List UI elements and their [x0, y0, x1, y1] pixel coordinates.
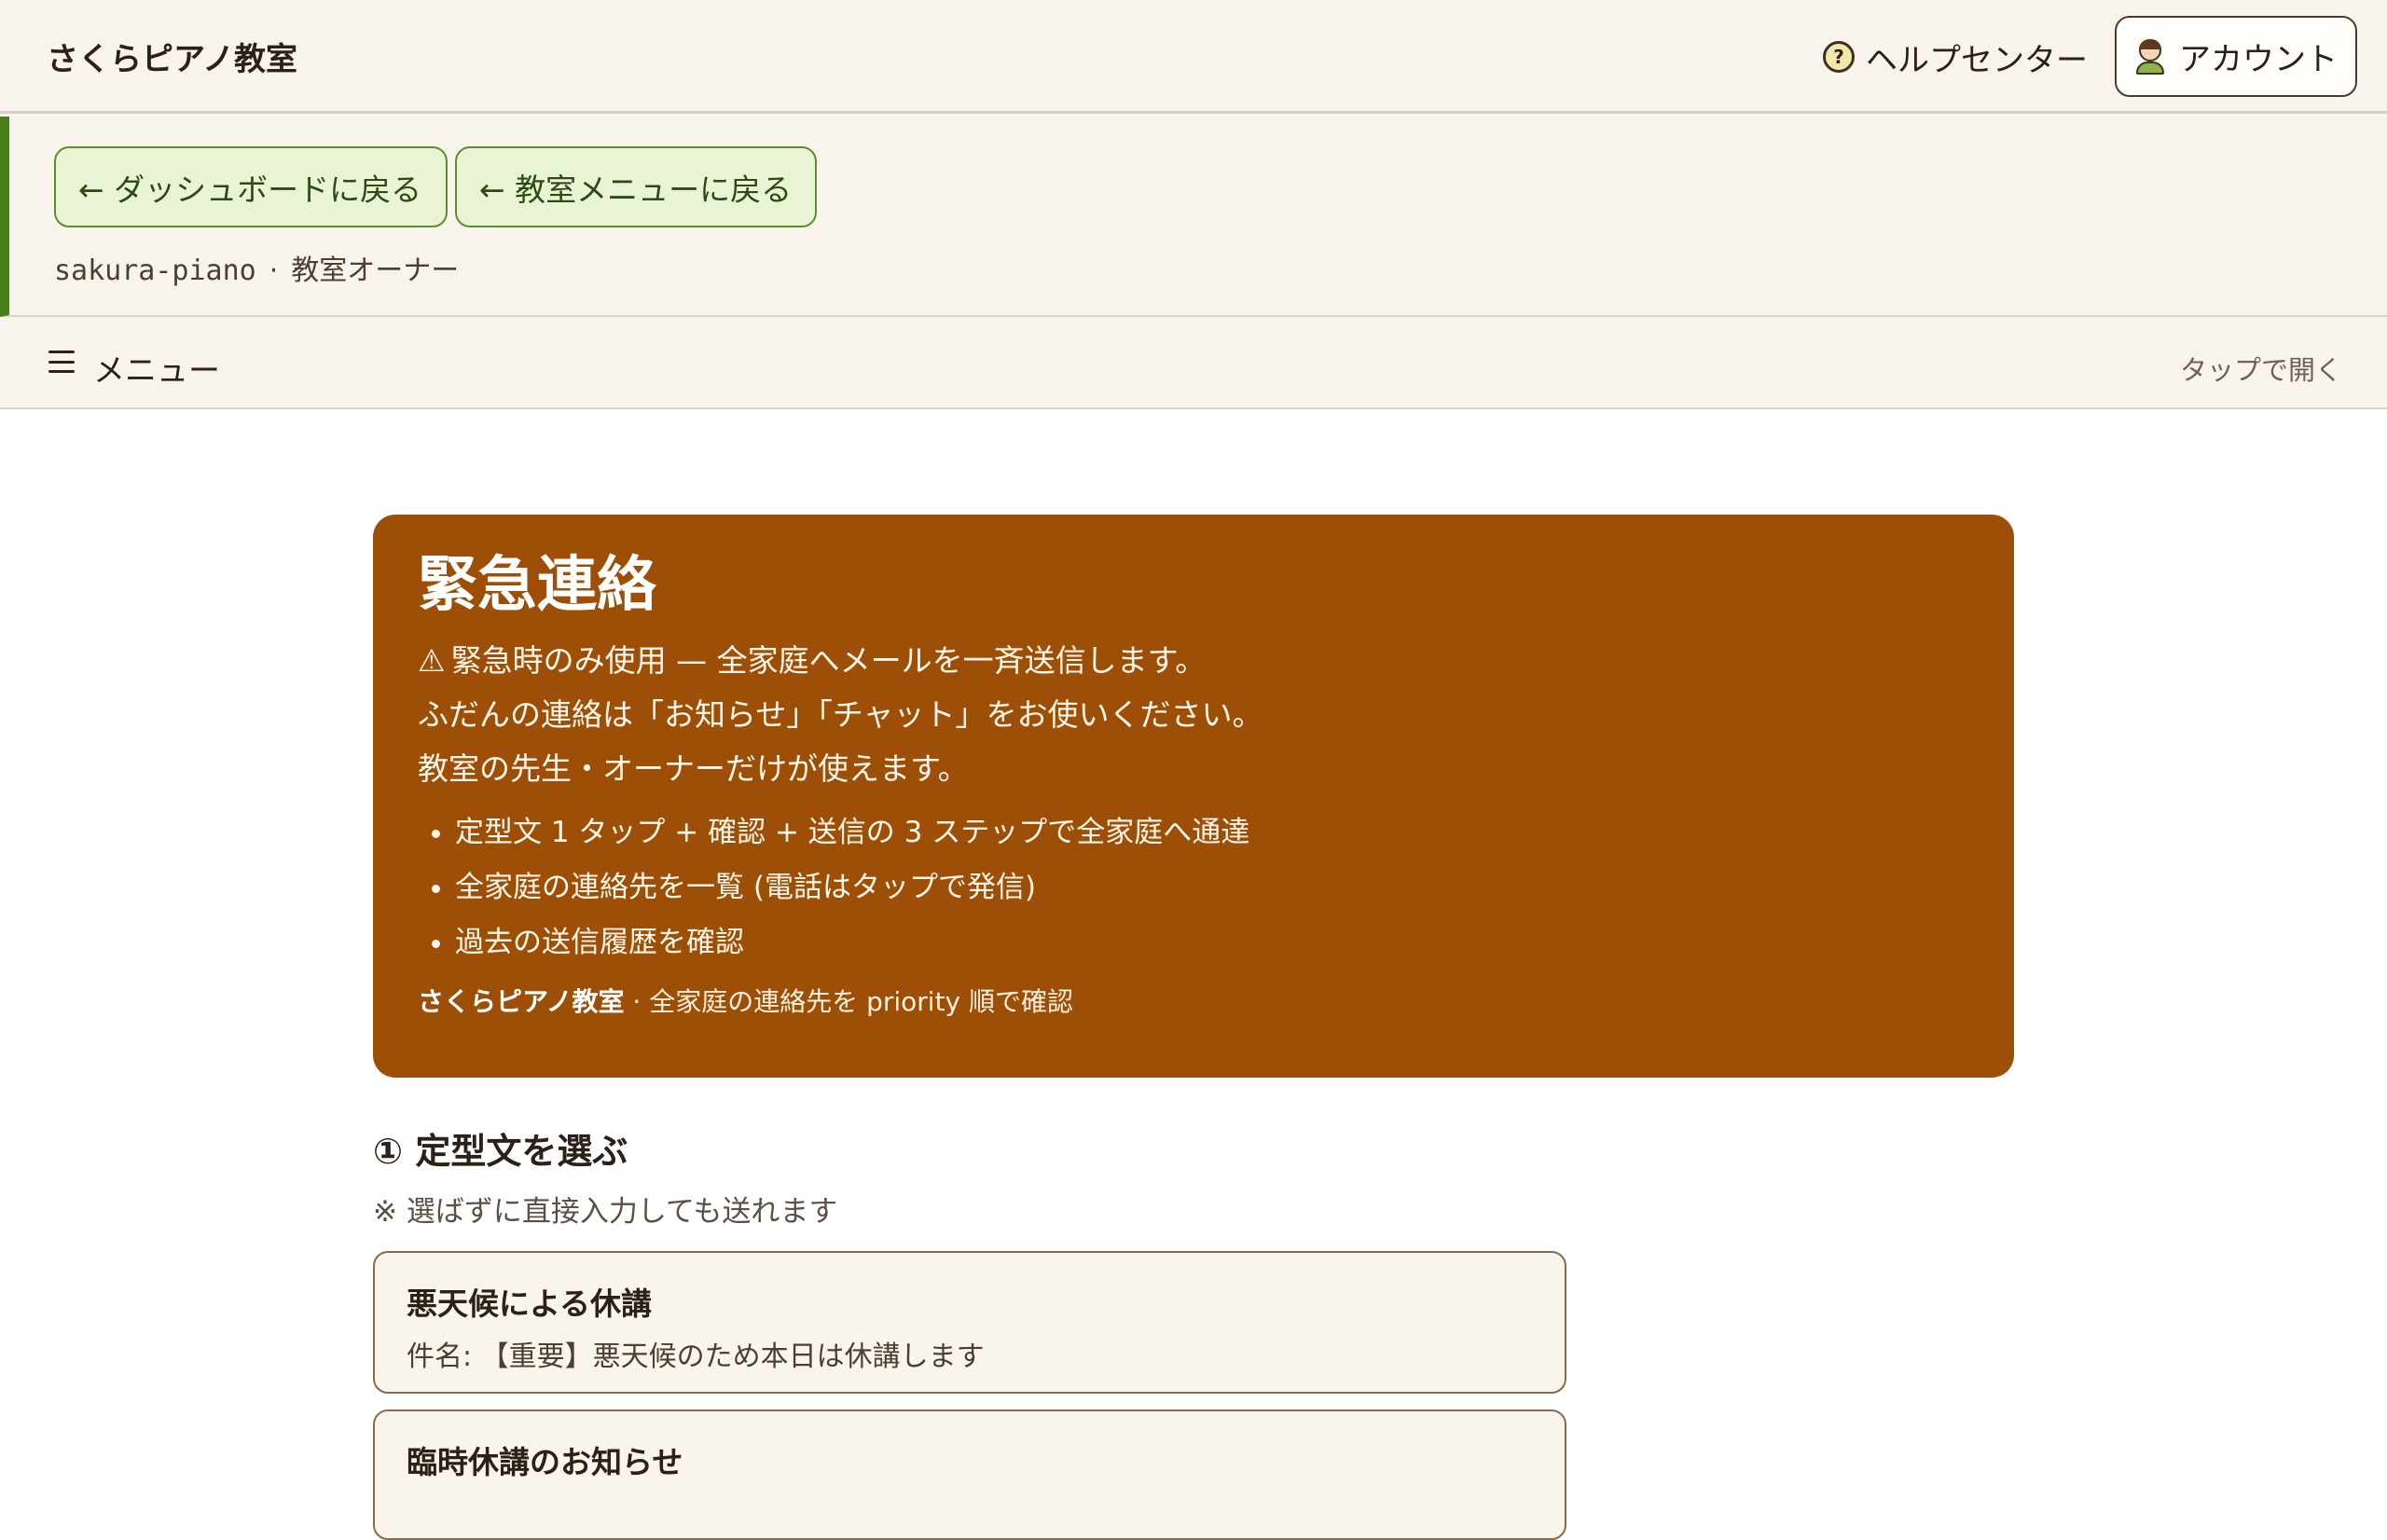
- warning-line: ⚠ 緊急時のみ使用 — 全家庭へメールを一斉送信します。: [418, 634, 1969, 688]
- feature-item: 定型文 1 タップ + 確認 + 送信の 3 ステップで全家庭へ通達: [455, 805, 1969, 860]
- back-to-classroom-menu-button[interactable]: ← 教室メニューに戻る: [455, 146, 817, 227]
- avatar-icon: [2134, 38, 2166, 75]
- page-title: 緊急連絡: [418, 551, 656, 620]
- permission-note: 教室の先生・オーナーだけが使えます。: [418, 749, 969, 787]
- card-footer: さくらピアノ教室 · 全家庭の連絡先を priority 順で確認: [418, 982, 1969, 1019]
- feature-item: 全家庭の連絡先を一覧 (電話はタップで発信): [455, 860, 1969, 915]
- context-bar: ← ダッシュボードに戻る ← 教室メニューに戻る sakura-piano · 教室…: [0, 117, 2387, 317]
- template-card[interactable]: 悪天候による休講 件名: 【重要】悪天候のため本日は休講します: [373, 1251, 1566, 1394]
- warning-text: 緊急時のみ使用 — 全家庭へメールを一斉送信します。: [450, 641, 1207, 679]
- top-header: さくらピアノ教室 ? ヘルプセンター アカウント: [0, 0, 2387, 114]
- footer-brand: さくらピアノ教室: [418, 985, 625, 1017]
- hamburger-icon: [48, 348, 75, 376]
- template-title: 悪天候による休講: [407, 1286, 653, 1322]
- user-role: 教室オーナー: [291, 254, 460, 287]
- feature-item: 過去の送信履歴を確認: [455, 915, 1969, 970]
- menu-toggle-bar[interactable]: メニュー タップで開く: [0, 317, 2387, 409]
- emergency-contact-card: 緊急連絡 ⚠ 緊急時のみ使用 — 全家庭へメールを一斉送信します。 ふだんの連絡は…: [373, 515, 2014, 1078]
- account-label: アカウント: [2179, 41, 2338, 78]
- menu-label: メニュー: [93, 352, 220, 390]
- back-to-dashboard-button[interactable]: ← ダッシュボードに戻る: [54, 146, 448, 227]
- template-subject: 件名: 【重要】悪天候のため本日は休講します: [407, 1341, 985, 1373]
- feature-list: 定型文 1 タップ + 確認 + 送信の 3 ステップで全家庭へ通達 全家庭の連…: [418, 805, 1969, 970]
- warning-icon: ⚠: [418, 641, 446, 679]
- help-question-icon: ?: [1823, 41, 1855, 73]
- section-note: ※ 選ばずに直接入力しても送れます: [373, 1195, 838, 1229]
- context-info: sakura-piano · 教室オーナー: [54, 247, 459, 288]
- help-center-label: ヘルプセンター: [1866, 41, 2088, 79]
- menu-tap-hint: タップで開く: [2179, 354, 2342, 386]
- account-button[interactable]: アカウント: [2115, 16, 2357, 97]
- brand-name[interactable]: さくらピアノ教室: [47, 34, 297, 79]
- help-center-link[interactable]: ? ヘルプセンター: [1823, 34, 2088, 80]
- footer-text: · 全家庭の連絡先を priority 順で確認: [632, 985, 1074, 1017]
- classroom-slug: sakura-piano: [54, 254, 256, 287]
- template-card[interactable]: 臨時休講のお知らせ: [373, 1409, 1566, 1540]
- separator-dot: ·: [269, 254, 279, 287]
- usage-note: ふだんの連絡は「お知らせ」「チャット」をお使いください。: [418, 695, 1263, 733]
- section-title-choose-template: ① 定型文を選ぶ: [373, 1131, 628, 1172]
- template-title: 臨時休講のお知らせ: [407, 1444, 683, 1480]
